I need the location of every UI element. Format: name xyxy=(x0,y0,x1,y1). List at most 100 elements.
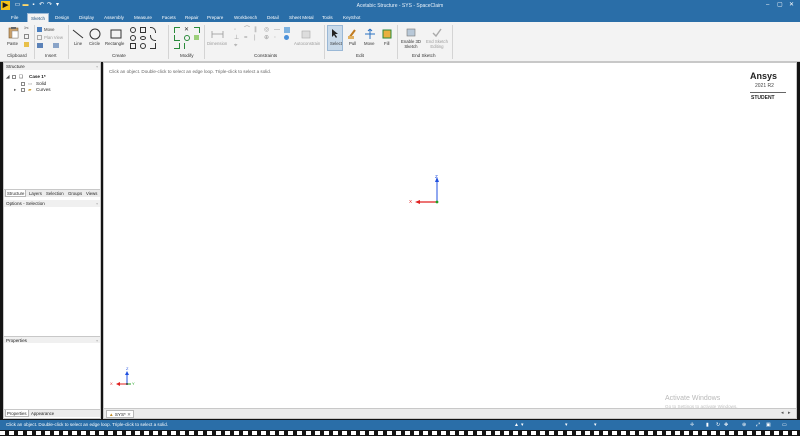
tab-sketch[interactable]: Sketch xyxy=(27,13,50,22)
insert-image-icon[interactable] xyxy=(53,43,59,48)
dimension-label[interactable]: Dimension xyxy=(207,41,227,46)
plan-view-label[interactable]: Plan View xyxy=(44,35,63,40)
pan-icon[interactable]: ✥ xyxy=(724,422,728,428)
circle-icon[interactable] xyxy=(89,28,101,40)
line-label[interactable]: Line xyxy=(74,41,82,46)
select-icon[interactable] xyxy=(331,28,340,39)
tab-detail[interactable]: Detail xyxy=(264,13,282,22)
fill-label[interactable]: Fill xyxy=(384,41,390,46)
tangent-icon[interactable]: ⌒ xyxy=(244,27,250,33)
tab-selection[interactable]: Selection xyxy=(45,190,65,197)
pin-icon[interactable]: ▫ xyxy=(96,63,98,70)
view-triad-icon[interactable] xyxy=(114,369,136,391)
edit-move-label[interactable]: Move xyxy=(364,41,375,46)
end-sketch-editing-icon[interactable] xyxy=(431,27,443,38)
dimension-icon[interactable] xyxy=(211,30,224,39)
tab-measure[interactable]: Measure xyxy=(131,13,155,22)
end-sketch-editing-label[interactable]: End Sketch Editing xyxy=(424,39,450,49)
split-curve-icon[interactable]: ✕ xyxy=(184,27,190,33)
point-icon[interactable] xyxy=(130,43,136,49)
display-constraints-icon[interactable] xyxy=(284,35,289,40)
document-tab[interactable]: ▲ SYS* ✕ xyxy=(106,410,134,418)
tangent-arc-icon[interactable] xyxy=(140,43,146,49)
spline-icon[interactable] xyxy=(150,27,156,33)
zoom-extents-icon[interactable]: ⤢ xyxy=(756,422,760,428)
sweep-arc-icon[interactable] xyxy=(130,35,136,41)
horizontal-icon[interactable]: — xyxy=(274,27,280,33)
offset-icon[interactable] xyxy=(194,27,200,33)
view-dropdown-icon[interactable]: ▾ xyxy=(594,422,597,428)
coincident-icon[interactable]: ◦ xyxy=(234,27,240,33)
circle-label[interactable]: Circle xyxy=(89,41,100,46)
bend-icon[interactable] xyxy=(184,35,190,41)
tab-workbench[interactable]: Workbench xyxy=(231,13,260,22)
rotate-icon[interactable]: ↻ xyxy=(716,422,720,428)
copy-icon[interactable] xyxy=(24,34,29,39)
parallel-icon[interactable]: ∥ xyxy=(254,27,260,33)
tab-tools[interactable]: Tools xyxy=(319,13,336,22)
design-viewport[interactable]: Click an object. Double-click to select … xyxy=(103,62,797,409)
concentric-icon[interactable]: ◎ xyxy=(264,27,270,33)
tab-prepare[interactable]: Prepare xyxy=(204,13,226,22)
show-constraints-icon[interactable] xyxy=(284,27,290,33)
pull-icon[interactable] xyxy=(347,28,359,40)
scroll-right-icon[interactable]: ▸ xyxy=(788,410,791,416)
options-dropdown-icon[interactable]: ▾ xyxy=(565,422,568,428)
fix-icon[interactable]: ⊕ xyxy=(264,35,270,41)
tab-display[interactable]: Display xyxy=(76,13,97,22)
tab-views[interactable]: Views xyxy=(85,190,98,197)
arc-icon[interactable] xyxy=(130,27,136,33)
paste-icon[interactable] xyxy=(8,26,19,39)
vertical-icon[interactable]: | xyxy=(254,35,260,41)
tab-assembly[interactable]: Assembly xyxy=(101,13,127,22)
rectangle-label[interactable]: Rectangle xyxy=(105,41,124,46)
fill-icon[interactable] xyxy=(381,28,393,40)
tab-design[interactable]: Design xyxy=(52,13,72,22)
plan-view-icon[interactable] xyxy=(37,35,42,40)
enable-3d-sketch-label[interactable]: Enable 3D Sketch xyxy=(398,39,424,49)
cut-icon[interactable]: ✂ xyxy=(24,26,30,32)
insert-move-label[interactable]: Move xyxy=(44,27,55,32)
pin-icon[interactable]: ▫ xyxy=(96,200,98,207)
autoconstrain-label[interactable]: Autoconstrain xyxy=(294,41,320,46)
mirror-icon[interactable] xyxy=(184,43,190,49)
scale-icon[interactable] xyxy=(194,35,199,40)
equal-icon[interactable]: = xyxy=(244,35,250,41)
display-mode-icon[interactable]: ▮ xyxy=(706,422,709,428)
autoconstrain-icon[interactable] xyxy=(300,28,312,40)
polygon-icon[interactable] xyxy=(140,27,146,33)
perpendicular-icon[interactable]: ⊥ xyxy=(234,35,240,41)
format-icon[interactable] xyxy=(24,42,29,47)
rectangle-icon[interactable] xyxy=(110,28,122,40)
maximize-button[interactable]: ▢ xyxy=(777,2,783,9)
tab-layers[interactable]: Layers xyxy=(28,190,43,197)
snap-icon[interactable]: ✛ xyxy=(690,422,694,428)
select-label[interactable]: Select xyxy=(330,41,342,46)
trim-icon[interactable] xyxy=(174,27,180,33)
tab-file[interactable]: File xyxy=(8,13,21,22)
zoom-icon[interactable]: ⊕ xyxy=(742,422,746,428)
selection-filter-icon[interactable]: ▲ xyxy=(514,422,519,428)
three-point-arc-icon[interactable] xyxy=(150,35,156,41)
tab-facets[interactable]: Facets xyxy=(159,13,179,22)
collapse-icon[interactable]: ◢ xyxy=(6,74,10,79)
tab-keyshot[interactable]: KeyShot xyxy=(340,13,363,22)
visibility-checkbox[interactable] xyxy=(12,75,16,79)
corner-icon[interactable] xyxy=(174,35,180,41)
insert-file-icon[interactable] xyxy=(37,43,43,48)
enable-3d-sketch-icon[interactable] xyxy=(405,27,417,38)
project-icon[interactable] xyxy=(174,43,180,49)
tree-item-root[interactable]: ◢ ❑ Case 1* xyxy=(6,74,46,80)
midpoint-icon[interactable]: ⋅ xyxy=(274,35,280,41)
tree-item-curves[interactable]: ▸ ▰ Curves xyxy=(14,87,51,93)
line-icon[interactable] xyxy=(72,28,84,40)
symmetric-icon[interactable]: ⌖ xyxy=(234,43,240,49)
scroll-left-icon[interactable]: ◂ xyxy=(781,410,784,416)
minimize-button[interactable]: – xyxy=(766,2,769,9)
expand-icon[interactable]: ▸ xyxy=(14,87,16,92)
paste-label[interactable]: Paste xyxy=(7,41,18,46)
visibility-checkbox[interactable] xyxy=(21,88,25,92)
close-button[interactable]: ✕ xyxy=(789,2,794,9)
ellipse-icon[interactable] xyxy=(140,36,146,40)
visibility-checkbox[interactable] xyxy=(21,82,25,86)
